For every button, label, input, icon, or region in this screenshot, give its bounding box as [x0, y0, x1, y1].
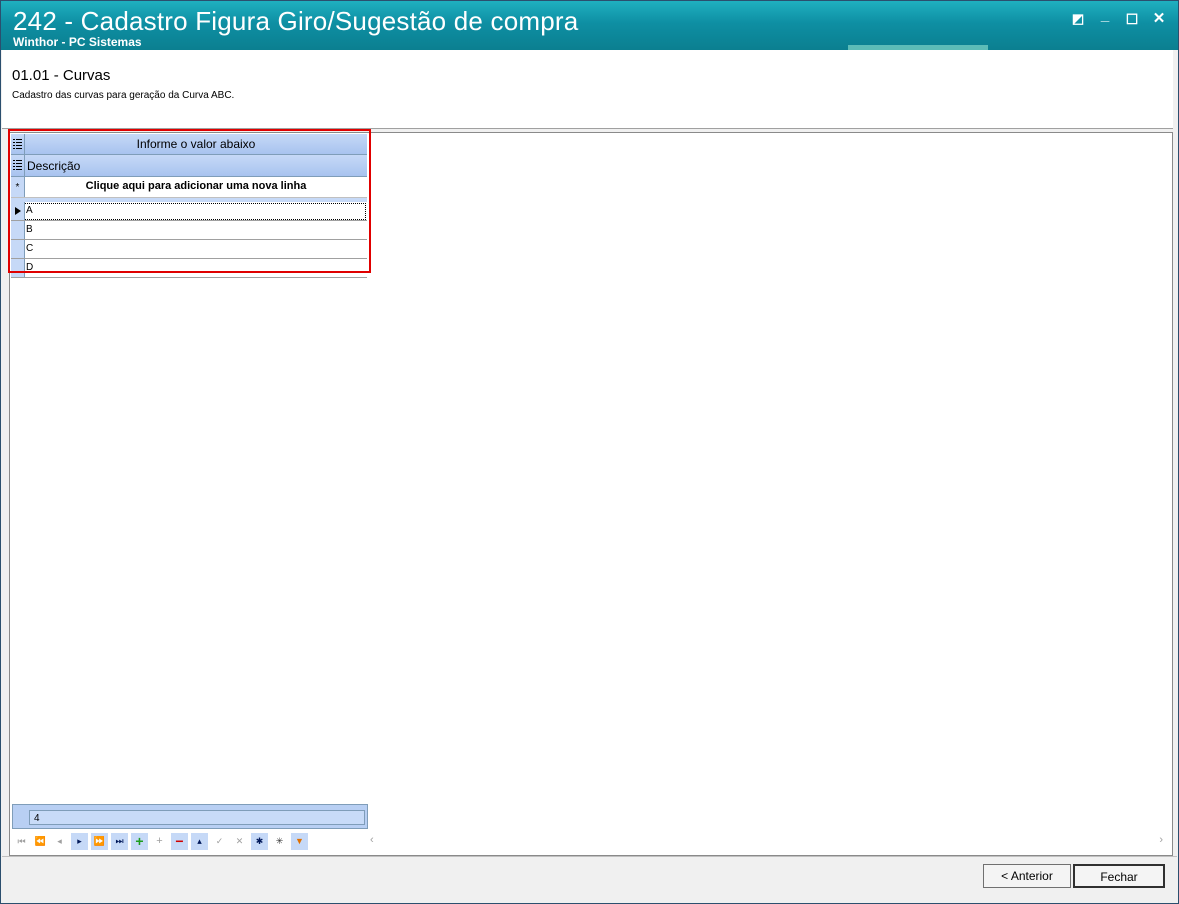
insert-icon[interactable]: +	[131, 833, 148, 850]
refresh-icon[interactable]: ✱	[251, 833, 268, 850]
column-list-icon[interactable]	[11, 155, 25, 176]
title-bar[interactable]: 242 - Cadastro Figura Giro/Sugestão de c…	[1, 1, 1178, 50]
table-row[interactable]: D	[11, 259, 367, 278]
row-indicator	[11, 240, 25, 258]
fechar-button[interactable]: Fechar	[1073, 864, 1165, 888]
new-row-indicator-icon: *	[11, 177, 25, 197]
row-cell-descricao[interactable]: C	[26, 243, 33, 254]
first-icon[interactable]: ⏮	[13, 833, 30, 850]
prev-page-icon[interactable]: ⏪	[32, 833, 49, 850]
window-subtitle: Winthor - PC Sistemas	[13, 35, 142, 49]
prev-icon[interactable]: ◂	[51, 833, 68, 850]
next-page-icon[interactable]: ⏩	[91, 833, 108, 850]
restore-icon[interactable]: ◩	[1069, 10, 1087, 28]
group-header-label: Informe o valor abaixo	[136, 137, 256, 151]
row-cell-descricao[interactable]: A	[26, 205, 33, 216]
grid-footer: 4	[12, 804, 368, 829]
row-count: 4	[29, 810, 365, 825]
new-row-label: Clique aqui para adicionar uma nova linh…	[85, 180, 307, 192]
close-button[interactable]: ✕	[1150, 10, 1168, 28]
post-icon[interactable]: ✓	[211, 833, 228, 850]
anterior-button[interactable]: < Anterior	[983, 864, 1071, 888]
filter-icon[interactable]: ▼	[291, 833, 308, 850]
scroll-left-icon[interactable]: ‹	[370, 834, 374, 846]
step-title: 01.01 - Curvas	[12, 67, 111, 84]
footer-separator	[2, 856, 1177, 857]
grid-navigator: ⏮ ⏪ ◂ ▸ ⏩ ⏭ + + − ▴ ✓ ✕ ✱ ✳ ▼ ‹ ›	[11, 832, 1169, 852]
table-row[interactable]: B	[11, 221, 367, 240]
next-icon[interactable]: ▸	[71, 833, 88, 850]
table-row[interactable]: A	[11, 202, 367, 221]
column-header-label: Descrição	[27, 159, 81, 173]
step-description: Cadastro das curvas para geração da Curv…	[12, 90, 235, 101]
append-icon[interactable]: +	[151, 833, 168, 850]
delete-icon[interactable]: −	[171, 833, 188, 850]
column-header-descricao[interactable]: Descrição	[11, 155, 367, 177]
current-row-indicator-icon	[11, 202, 25, 220]
last-icon[interactable]: ⏭	[111, 833, 128, 850]
main-window: 242 - Cadastro Figura Giro/Sugestão de c…	[0, 0, 1179, 904]
maximize-button[interactable]: ☐	[1123, 10, 1141, 28]
row-cell-descricao[interactable]: D	[26, 262, 33, 273]
save-bookmark-icon[interactable]: ✳	[271, 833, 288, 850]
content-panel: Informe o valor abaixo Descrição * Cliqu…	[9, 132, 1173, 856]
scroll-right-icon[interactable]: ›	[1159, 834, 1163, 846]
edit-icon[interactable]: ▴	[191, 833, 208, 850]
footer-indicator	[13, 805, 26, 828]
row-indicator	[11, 259, 25, 277]
cancel-icon[interactable]: ✕	[231, 833, 248, 850]
wizard-header: 01.01 - Curvas Cadastro das curvas para …	[2, 50, 1173, 129]
grid-group-header: Informe o valor abaixo	[11, 134, 367, 155]
table-row[interactable]: C	[11, 240, 367, 259]
column-chooser-icon[interactable]	[11, 134, 25, 154]
row-indicator	[11, 221, 25, 239]
minimize-button[interactable]: _	[1096, 7, 1114, 25]
new-row[interactable]: * Clique aqui para adicionar uma nova li…	[11, 177, 367, 198]
row-cell-descricao[interactable]: B	[26, 224, 33, 235]
window-title: 242 - Cadastro Figura Giro/Sugestão de c…	[13, 6, 579, 36]
